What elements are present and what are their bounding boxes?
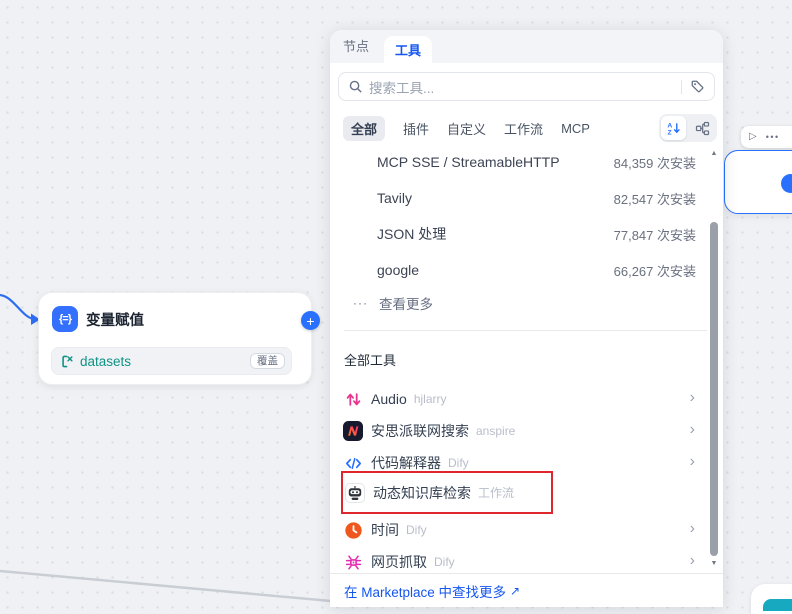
view-more-button[interactable]: ··· 查看更多 [330, 288, 723, 318]
tool-name: 网页抓取 [371, 552, 427, 572]
node-title: 变量赋值 [86, 309, 144, 330]
featured-row[interactable]: google 66,267 次安装 [330, 252, 723, 288]
search-placeholder: 搜索工具... [369, 77, 673, 97]
tool-item-audio[interactable]: Audio hjlarry › [330, 383, 723, 415]
scrollbar-thumb[interactable] [710, 222, 718, 556]
knowledge-node-icon [763, 599, 792, 611]
tool-name: 安思派联网搜索 [371, 421, 469, 441]
chevron-right-icon: › [690, 553, 695, 569]
tab-nodes[interactable]: 节点 [343, 30, 369, 63]
overwrite-badge: 覆盖 [250, 353, 285, 370]
featured-name: google [377, 262, 614, 278]
more-icon[interactable]: ••• [766, 133, 780, 142]
tool-author: Dify [406, 523, 427, 537]
variable-name: datasets [80, 354, 250, 369]
tool-author: Dify [448, 456, 469, 470]
variable-row[interactable]: datasets 覆盖 [51, 347, 292, 375]
tool-name: 时间 [371, 520, 399, 540]
view-toggle: A Z [659, 114, 717, 142]
tools-scroll-area[interactable]: MCP SSE / StreamableHTTP 84,359 次安装 Tavi… [330, 144, 723, 573]
chevron-right-icon: › [690, 454, 695, 470]
marketplace-link[interactable]: 在 Marketplace 中查找更多 [344, 581, 506, 601]
filter-custom[interactable]: 自定义 [447, 119, 486, 138]
tool-name: Audio [371, 391, 407, 407]
featured-row[interactable]: JSON 处理 77,847 次安装 [330, 216, 723, 252]
tools-panel: 节点 工具 搜索工具... 全部 插件 自定义 工作流 MCP A Z [330, 30, 723, 607]
ellipsis-icon: ··· [353, 296, 368, 310]
external-link-icon: ↗ [510, 584, 520, 598]
featured-row[interactable]: Tavily 82,547 次安装 [330, 180, 723, 216]
filter-mcp[interactable]: MCP [561, 121, 590, 136]
sort-az-button[interactable]: A Z [661, 116, 686, 140]
tab-tools[interactable]: 工具 [384, 36, 432, 63]
scrollbar[interactable]: ▲ ▼ [707, 148, 721, 573]
robot-icon [345, 483, 365, 503]
filter-all[interactable]: 全部 [343, 116, 385, 141]
featured-name: Tavily [377, 190, 614, 206]
tool-item-anspire-search[interactable]: 安思派联网搜索 anspire › [330, 415, 723, 447]
tool-author: hjlarry [414, 392, 447, 406]
scroll-down-icon[interactable]: ▼ [707, 558, 721, 570]
tool-item-web-scraper[interactable]: 网页抓取 Dify › [330, 546, 723, 573]
node-header: {=} 变量赋值 [39, 293, 311, 340]
search-icon [348, 79, 363, 94]
tool-item-dynamic-knowledge-retrieval[interactable]: 动态知识库检索 工作流 [345, 473, 551, 512]
tool-author: anspire [476, 424, 515, 438]
tool-author: 工作流 [478, 484, 514, 501]
chevron-right-icon: › [690, 521, 695, 537]
search-input[interactable]: 搜索工具... [338, 72, 715, 101]
tool-author: Dify [434, 555, 455, 569]
scroll-up-icon[interactable]: ▲ [707, 148, 721, 160]
svg-text:Z: Z [668, 129, 672, 136]
featured-row[interactable]: MCP SSE / StreamableHTTP 84,359 次安装 [330, 144, 723, 180]
install-count: 84,359 次安装 [614, 153, 696, 172]
tool-name: 代码解释器 [371, 453, 441, 473]
anspire-n-icon [343, 421, 363, 441]
install-count: 66,267 次安装 [614, 261, 696, 280]
search-divider [681, 80, 682, 94]
tag-filter-icon[interactable] [690, 79, 705, 94]
view-more-label: 查看更多 [379, 293, 433, 313]
tree-view-button[interactable] [690, 116, 715, 140]
variable-assigner-icon: {=} [52, 306, 78, 332]
play-icon[interactable]: ▷ [749, 132, 757, 142]
sort-az-icon: A Z [666, 121, 681, 136]
node-action-toolbar[interactable]: ▷ ••• [741, 126, 792, 148]
audio-swap-icon [345, 391, 362, 408]
svg-text:A: A [667, 122, 672, 129]
code-icon [344, 454, 363, 473]
install-count: 77,847 次安装 [614, 225, 696, 244]
edge-gray [0, 571, 342, 602]
panel-footer: 在 Marketplace 中查找更多 ↗ [330, 573, 723, 607]
featured-name: MCP SSE / StreamableHTTP [377, 154, 614, 170]
variable-icon [60, 354, 75, 369]
edge-blue [0, 295, 33, 319]
featured-name: JSON 处理 [377, 224, 614, 244]
spider-icon [344, 553, 363, 572]
filter-bar: 全部 插件 自定义 工作流 MCP A Z [330, 114, 723, 142]
chevron-right-icon: › [690, 422, 695, 438]
filter-plugins[interactable]: 插件 [403, 119, 429, 138]
section-divider [344, 330, 709, 331]
chevron-right-icon: › [690, 390, 695, 406]
install-count: 82,547 次安装 [614, 189, 696, 208]
highlight-annotation-box: 动态知识库检索 工作流 [341, 471, 553, 514]
clock-icon [344, 521, 363, 540]
section-title: 全部工具 [344, 351, 723, 371]
tree-view-icon [695, 121, 710, 136]
add-next-node-button[interactable]: + [301, 311, 320, 330]
filter-workflow[interactable]: 工作流 [504, 119, 543, 138]
tool-name: 动态知识库检索 [373, 483, 471, 503]
panel-tabbar: 节点 工具 [330, 30, 723, 63]
tool-item-time[interactable]: 时间 Dify › [330, 514, 723, 546]
